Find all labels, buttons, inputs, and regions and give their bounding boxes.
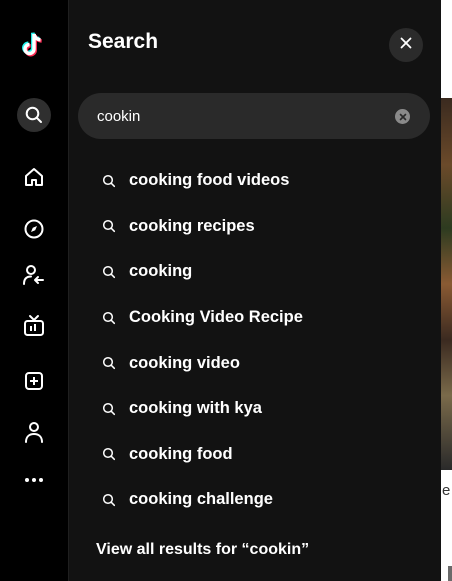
panel-title: Search — [88, 30, 159, 53]
search-icon — [102, 311, 116, 325]
view-all-results-link[interactable]: View all results for “cookin” — [96, 541, 309, 559]
search-icon — [102, 402, 116, 416]
suggestion-item[interactable]: cooking challenge — [69, 477, 441, 523]
search-input[interactable] — [97, 93, 387, 139]
compass-icon — [23, 218, 45, 240]
clear-search-button[interactable] — [395, 109, 410, 124]
suggestion-item[interactable]: cooking recipes — [69, 204, 441, 250]
upload-plus-icon — [24, 371, 44, 391]
search-icon — [102, 265, 116, 279]
suggestion-list: cooking food videos cooking recipes cook… — [69, 158, 441, 523]
suggestion-text: cooking food — [129, 444, 233, 463]
search-icon — [102, 447, 116, 461]
nav-search[interactable] — [0, 98, 68, 132]
search-icon — [102, 356, 116, 370]
suggestion-item[interactable]: cooking — [69, 249, 441, 295]
nav-more[interactable] — [0, 463, 68, 497]
suggestion-item[interactable]: cooking with kya — [69, 386, 441, 432]
nav-home[interactable] — [0, 160, 68, 194]
search-icon — [102, 174, 116, 188]
background-text-fragment: e — [442, 482, 451, 499]
following-icon — [22, 263, 46, 287]
suggestion-text: cooking food videos — [129, 171, 290, 190]
suggestion-item[interactable]: cooking food — [69, 432, 441, 478]
suggestion-item[interactable]: cooking food videos — [69, 158, 441, 204]
search-icon — [25, 106, 43, 124]
tiktok-logo[interactable] — [0, 27, 68, 61]
nav-live[interactable] — [0, 309, 68, 343]
suggestion-item[interactable]: cooking video — [69, 340, 441, 386]
suggestion-text: cooking challenge — [129, 490, 273, 509]
background-video-thumbnail — [441, 98, 452, 470]
close-button[interactable] — [389, 28, 423, 62]
suggestion-text: cooking — [129, 262, 193, 281]
nav-rail — [0, 0, 69, 581]
search-icon — [102, 219, 116, 233]
clear-icon — [399, 108, 407, 126]
more-icon — [24, 477, 44, 483]
profile-icon — [24, 421, 44, 443]
nav-explore[interactable] — [0, 212, 68, 246]
live-tv-icon — [23, 314, 45, 338]
nav-profile[interactable] — [0, 415, 68, 449]
nav-following[interactable] — [0, 258, 68, 292]
home-icon — [23, 166, 45, 188]
close-icon — [400, 36, 412, 54]
nav-search-circle — [17, 98, 51, 132]
suggestion-text: cooking recipes — [129, 216, 255, 235]
suggestion-text: cooking with kya — [129, 399, 262, 418]
nav-upload[interactable] — [0, 364, 68, 398]
background-scrollbar-fragment — [448, 566, 452, 581]
search-box — [78, 93, 430, 139]
search-panel: Search cooking food videos coo — [69, 0, 441, 581]
suggestion-text: Cooking Video Recipe — [129, 308, 303, 327]
tiktok-logo-icon — [22, 30, 46, 58]
suggestion-item[interactable]: Cooking Video Recipe — [69, 295, 441, 341]
suggestion-text: cooking video — [129, 353, 240, 372]
search-icon — [102, 493, 116, 507]
